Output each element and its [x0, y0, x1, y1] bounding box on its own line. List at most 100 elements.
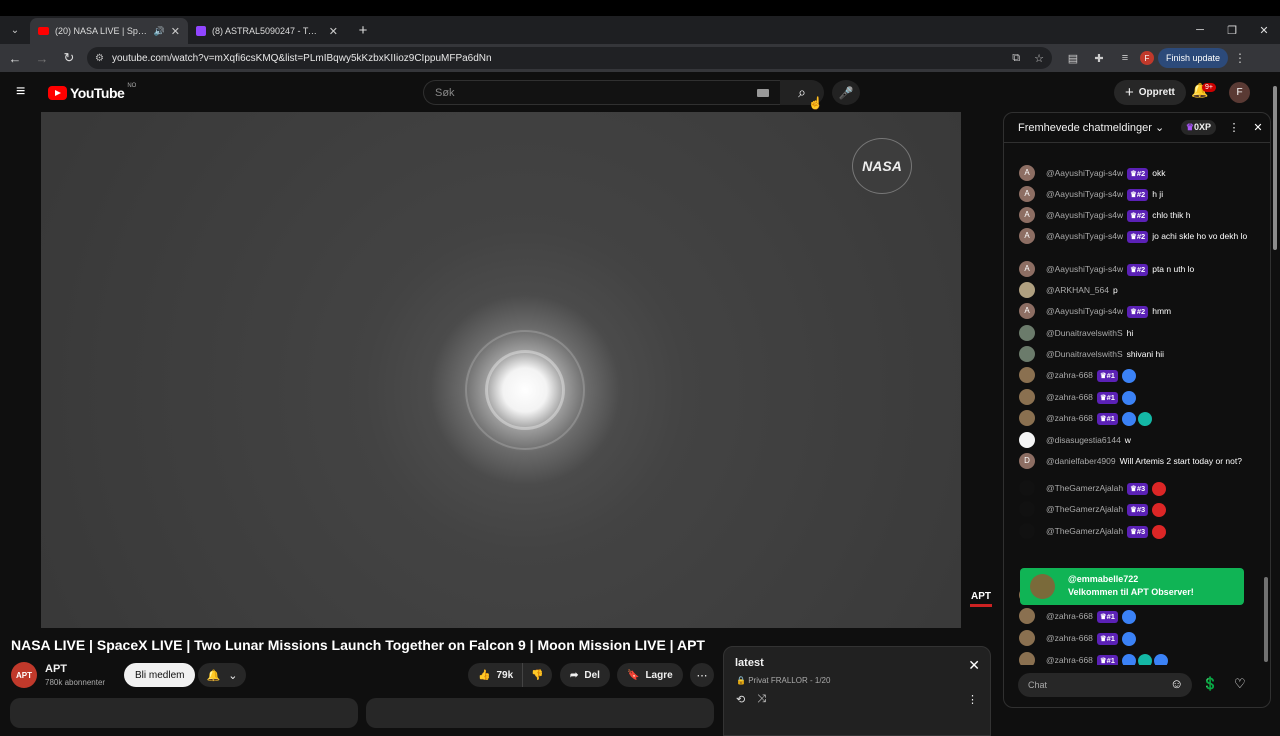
chat-author[interactable]: @AayushiTyagi-s4w: [1046, 306, 1123, 316]
close-tab-icon[interactable]: ✕: [329, 25, 338, 38]
channel-name[interactable]: APT: [45, 663, 67, 675]
chat-author[interactable]: @disasugestia6144: [1046, 435, 1121, 445]
heart-icon[interactable]: ♡: [1234, 676, 1246, 692]
more-actions-icon[interactable]: ⋯: [690, 663, 714, 687]
save-button[interactable]: 🔖 Lagre: [617, 663, 683, 687]
chat-author[interactable]: @zahra-668: [1046, 370, 1093, 380]
tab-search-chevron-icon[interactable]: ⌄: [4, 19, 26, 41]
chat-author-avatar[interactable]: [1019, 432, 1035, 448]
finish-update-button[interactable]: Finish update: [1158, 48, 1229, 68]
loop-icon[interactable]: ⟲: [736, 693, 745, 706]
close-chat-icon[interactable]: ✕: [1248, 121, 1268, 134]
search-input[interactable]: Søk: [423, 80, 780, 105]
bookmark-star-icon[interactable]: ☆: [1034, 52, 1044, 65]
speaker-icon[interactable]: 🔊: [154, 26, 165, 37]
chat-author-avatar[interactable]: [1019, 523, 1035, 539]
chat-author-avatar[interactable]: A: [1019, 186, 1035, 202]
crown-icon: ♛: [1099, 612, 1107, 622]
back-icon[interactable]: ←: [3, 46, 27, 70]
youtube-logo[interactable]: YouTube NO: [48, 83, 136, 101]
chat-author[interactable]: @AayushiTyagi-s4w: [1046, 189, 1123, 199]
menu-icon[interactable]: ≡: [16, 84, 32, 100]
chat-mode-select[interactable]: Fremhevede chatmeldinger ⌄: [1018, 121, 1181, 134]
reload-icon[interactable]: ↻: [57, 46, 81, 70]
like-button[interactable]: 👍 79k: [468, 663, 522, 687]
chat-author[interactable]: @DunaitravelswithS: [1046, 349, 1123, 359]
chat-input[interactable]: Chat: [1018, 673, 1192, 697]
chat-author[interactable]: @AayushiTyagi-s4w: [1046, 264, 1123, 274]
chat-author[interactable]: @TheGamerzAjalah: [1046, 526, 1123, 536]
tab-twitch[interactable]: (8) ASTRAL5090247 - Twitch ✕: [188, 18, 346, 44]
minimize-icon[interactable]: ─: [1184, 16, 1216, 44]
site-info-icon[interactable]: ⚙: [95, 53, 104, 64]
forward-icon[interactable]: →: [30, 46, 54, 70]
shuffle-icon[interactable]: ⤨: [757, 693, 766, 706]
address-bar[interactable]: ⚙ youtube.com/watch?v=mXqfi6csKMQ&list=P…: [87, 47, 1052, 69]
xp-badge[interactable]: ♛0XP: [1180, 120, 1216, 135]
chat-author-avatar[interactable]: [1019, 480, 1035, 496]
dislike-button[interactable]: 👎: [522, 663, 552, 687]
chat-author-avatar[interactable]: A: [1019, 261, 1035, 277]
chat-author[interactable]: @danielfaber4909: [1046, 456, 1116, 466]
account-avatar[interactable]: F: [1229, 82, 1250, 103]
chat-author[interactable]: @zahra-668: [1046, 611, 1093, 621]
chat-author-avatar[interactable]: [1019, 652, 1035, 665]
install-app-icon[interactable]: ⧉: [1012, 52, 1020, 65]
chat-author-avatar[interactable]: A: [1019, 207, 1035, 223]
chat-author-avatar[interactable]: [1019, 389, 1035, 405]
chat-author[interactable]: @zahra-668: [1046, 655, 1093, 665]
chat-author-avatar[interactable]: [1019, 410, 1035, 426]
super-chat-icon[interactable]: 💲: [1202, 676, 1218, 692]
chat-author-avatar[interactable]: D: [1019, 453, 1035, 469]
chat-author-avatar[interactable]: [1019, 501, 1035, 517]
chat-author[interactable]: @TheGamerzAjalah: [1046, 483, 1123, 493]
puzzle-icon[interactable]: ✚: [1088, 47, 1110, 69]
chat-author-avatar[interactable]: [1019, 608, 1035, 624]
close-playlist-icon[interactable]: ✕: [968, 657, 980, 674]
close-tab-icon[interactable]: ✕: [171, 25, 180, 38]
share-button[interactable]: ➦ Del: [560, 663, 610, 687]
chat-author[interactable]: @zahra-668: [1046, 413, 1093, 423]
browser-menu-icon[interactable]: ⋮: [1234, 51, 1246, 65]
extension-icon[interactable]: ▤: [1062, 47, 1084, 69]
chat-scroll-thumb[interactable]: [1264, 577, 1268, 662]
chat-author-avatar[interactable]: A: [1019, 303, 1035, 319]
join-button[interactable]: Bli medlem: [124, 663, 196, 687]
chat-author[interactable]: @ARKHAN_564: [1046, 285, 1109, 295]
emoji-icon[interactable]: ☺: [1170, 676, 1183, 691]
voice-search-button[interactable]: 🎤: [832, 80, 860, 105]
chat-author-avatar[interactable]: A: [1019, 165, 1035, 181]
chat-author[interactable]: @DunaitravelswithS: [1046, 328, 1123, 338]
chat-author-avatar[interactable]: [1019, 367, 1035, 383]
profile-icon[interactable]: F: [1140, 51, 1154, 65]
chat-scrollbar[interactable]: [1264, 157, 1268, 667]
live-chat-panel: Fremhevede chatmeldinger ⌄ ♛0XP ⋮ ✕ A @Aa…: [1003, 112, 1271, 708]
chat-author[interactable]: @AayushiTyagi-s4w: [1046, 168, 1123, 178]
page-scroll-thumb[interactable]: [1273, 86, 1277, 250]
chat-author-avatar[interactable]: [1019, 325, 1035, 341]
chat-author[interactable]: @AayushiTyagi-s4w: [1046, 231, 1123, 241]
chat-author[interactable]: @zahra-668: [1046, 392, 1093, 402]
create-button[interactable]: + Opprett: [1114, 80, 1186, 105]
restore-icon[interactable]: ❐: [1216, 16, 1248, 44]
video-player[interactable]: NASA: [41, 112, 961, 628]
media-control-icon[interactable]: ≡: [1114, 47, 1136, 69]
chat-menu-icon[interactable]: ⋮: [1224, 121, 1244, 134]
chat-author-avatar[interactable]: [1019, 346, 1035, 362]
tab-youtube[interactable]: (20) NASA LIVE | SpaceX LIVE 🔊 ✕: [30, 18, 188, 44]
playlist-menu-icon[interactable]: ⋮: [967, 693, 978, 706]
chat-author-avatar[interactable]: [1019, 630, 1035, 646]
chat-author-avatar[interactable]: [1019, 282, 1035, 298]
chat-author-avatar[interactable]: A: [1019, 228, 1035, 244]
chat-author[interactable]: @AayushiTyagi-s4w: [1046, 210, 1123, 220]
keyboard-icon[interactable]: [757, 88, 769, 97]
new-tab-icon[interactable]: +: [352, 19, 374, 41]
page-scrollbar[interactable]: [1272, 86, 1278, 706]
chat-author[interactable]: @TheGamerzAjalah: [1046, 504, 1123, 514]
chat-author[interactable]: @zahra-668: [1046, 633, 1093, 643]
tab-title: (8) ASTRAL5090247 - Twitch: [212, 26, 323, 36]
channel-avatar[interactable]: APT: [11, 662, 37, 688]
window-close-icon[interactable]: ✕: [1248, 16, 1280, 44]
subscription-bell-button[interactable]: 🔔 ⌄: [198, 663, 246, 687]
playlist-title[interactable]: latest: [735, 657, 764, 669]
